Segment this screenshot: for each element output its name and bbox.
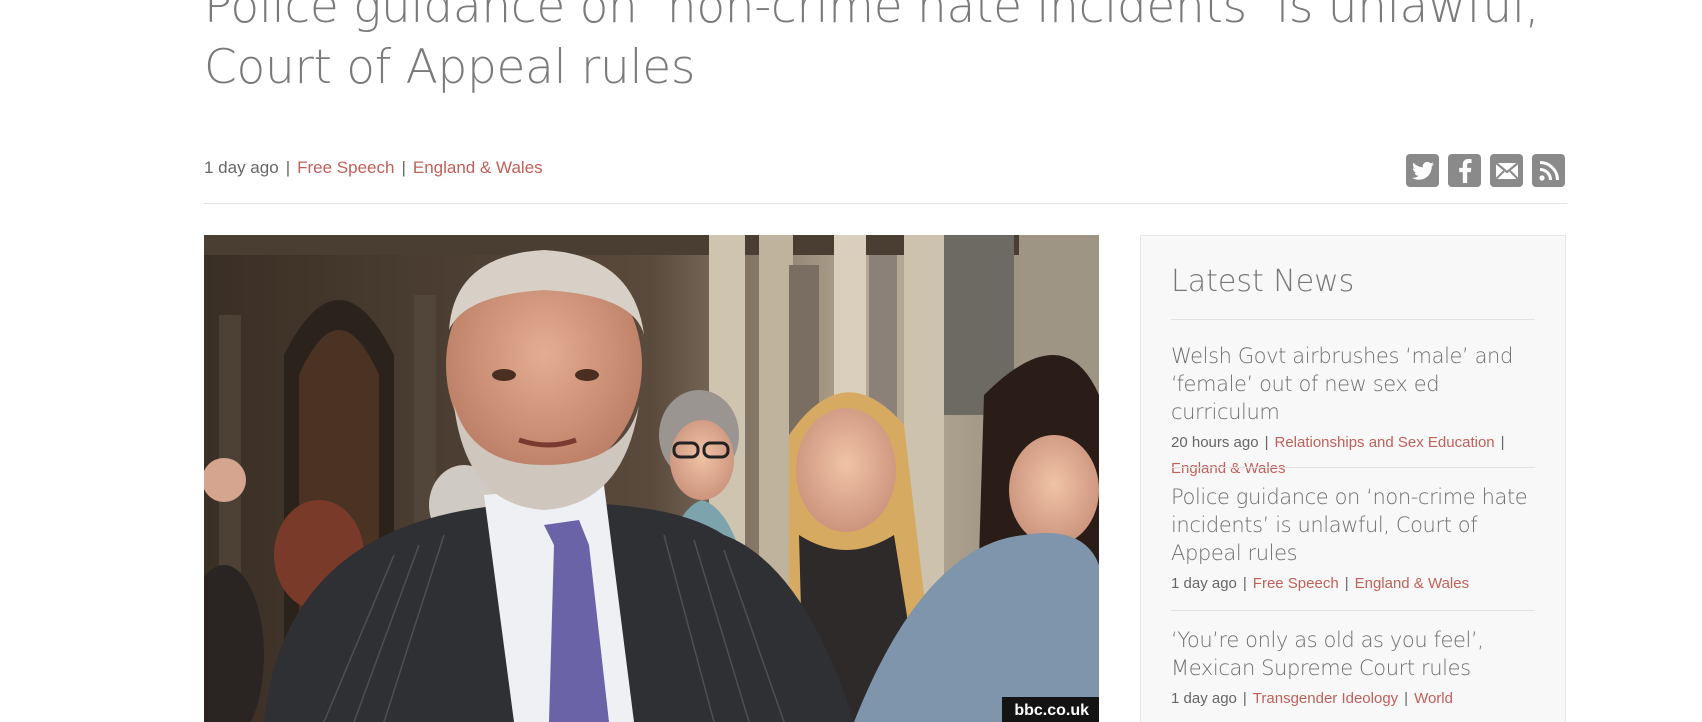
email-share-button[interactable] [1490,154,1523,187]
article-meta: 1 day ago | Free Speech | England & Wales [204,158,543,178]
news-item: Welsh Govt airbrushes ‘male’ and ‘female… [1171,342,1541,482]
tag-link-world[interactable]: World [1414,690,1453,707]
article-page: Police guidance on ‘non-crime hate incid… [0,0,1702,722]
facebook-icon [1458,158,1472,183]
twitter-icon [1411,161,1434,180]
sidebar-divider [1171,467,1535,468]
tag-link-free-speech[interactable]: Free Speech [297,158,394,177]
news-item-title[interactable]: Police guidance on ‘non-crime hate incid… [1171,483,1541,567]
email-icon [1494,161,1519,180]
tag-link-england-wales[interactable]: England & Wales [1355,575,1470,592]
news-item-meta: 1 day ago | Free Speech | England & Wales [1171,571,1541,597]
tag-link-england-wales[interactable]: England & Wales [1171,460,1286,477]
news-item-meta: 20 hours ago | Relationships and Sex Educa… [1171,430,1541,482]
rss-icon [1538,160,1559,181]
meta-separator: | [285,158,291,177]
image-credit: bbc.co.uk [1002,697,1099,722]
news-item-meta: 1 day ago | Transgender Ideology | World [1171,686,1541,712]
news-item-title[interactable]: ‘You’re only as old as you feel’, Mexica… [1171,626,1541,682]
sidebar-divider [1171,319,1535,320]
tag-link-england-wales[interactable]: England & Wales [413,158,543,177]
meta-separator: | [401,158,406,177]
meta-separator: | [1264,434,1269,451]
meta-separator: | [1404,690,1409,707]
header-divider [204,203,1567,204]
news-item-age: 1 day ago [1171,575,1237,592]
tag-link-free-speech[interactable]: Free Speech [1253,575,1339,592]
sidebar-divider [1171,610,1535,611]
article-title: Police guidance on ‘non-crime hate incid… [204,0,1540,95]
sidebar-heading: Latest News [1171,264,1355,299]
hero-photo [204,235,1099,722]
meta-separator: | [1242,575,1247,592]
news-item-title[interactable]: Welsh Govt airbrushes ‘male’ and ‘female… [1171,342,1541,426]
facebook-share-button[interactable] [1448,154,1481,187]
tag-link-relationships-sex-education[interactable]: Relationships and Sex Education [1274,434,1494,451]
rss-button[interactable] [1532,154,1565,187]
article-age: 1 day ago [204,158,279,177]
news-item: Police guidance on ‘non-crime hate incid… [1171,483,1541,597]
news-item-age: 20 hours ago [1171,434,1259,451]
news-item-age: 1 day ago [1171,690,1237,707]
tag-link-transgender-ideology[interactable]: Transgender Ideology [1253,690,1398,707]
article-hero-image: bbc.co.uk [204,235,1099,722]
twitter-share-button[interactable] [1406,154,1439,187]
news-item: ‘You’re only as old as you feel’, Mexica… [1171,626,1541,712]
meta-separator: | [1242,690,1247,707]
latest-news-sidebar: Latest News Welsh Govt airbrushes ‘male’… [1140,235,1566,722]
meta-separator: | [1344,575,1349,592]
share-buttons [1406,154,1565,187]
meta-separator: | [1500,434,1505,451]
